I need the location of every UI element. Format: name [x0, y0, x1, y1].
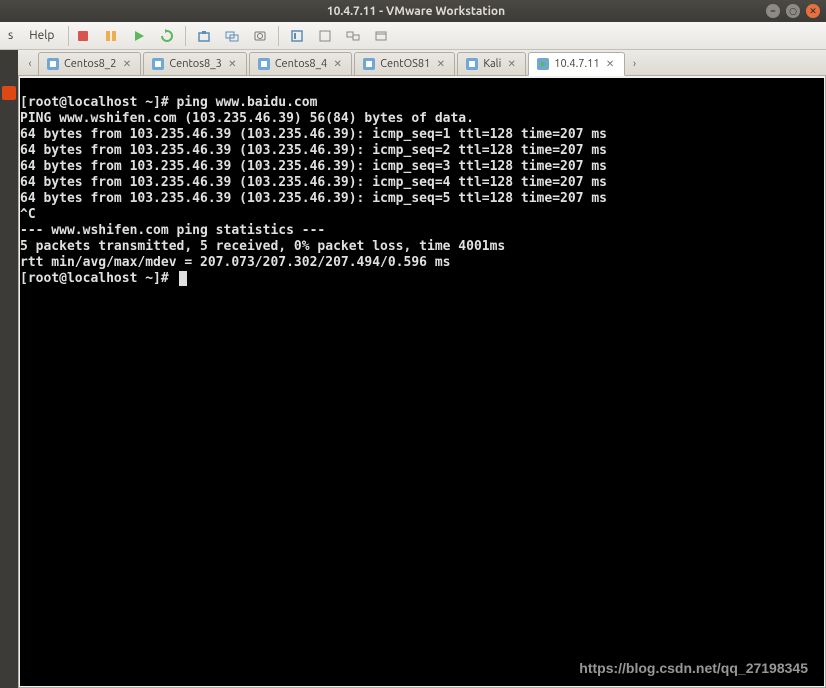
launcher-icon[interactable] — [2, 86, 16, 100]
terminal-line: 64 bytes from 103.235.46.39 (103.235.46.… — [20, 191, 607, 206]
terminal-line: 64 bytes from 103.235.46.39 (103.235.46.… — [20, 127, 607, 142]
reset-icon[interactable] — [155, 25, 179, 47]
menu-item[interactable]: s — [4, 29, 17, 42]
tab-label: Kali — [483, 58, 501, 70]
terminal-line: rtt min/avg/max/mdev = 207.073/207.302/2… — [20, 255, 450, 270]
terminal[interactable]: [root@localhost ~]# ping www.baidu.com P… — [20, 78, 824, 686]
pause-icon[interactable] — [99, 25, 123, 47]
screenshot-icon[interactable] — [248, 25, 272, 47]
tab-10-4-7-11[interactable]: 10.4.7.11 ✕ — [528, 52, 624, 76]
vm-linux-icon — [466, 58, 478, 70]
vm-linux-icon — [363, 58, 375, 70]
vm-linux-icon — [258, 58, 270, 70]
toolbar-separator — [185, 26, 186, 46]
menu-items: s Help — [4, 29, 58, 42]
tab-label: 10.4.7.11 — [554, 58, 599, 70]
unity-icon[interactable] — [313, 25, 337, 47]
close-button[interactable]: ✕ — [806, 4, 820, 18]
tab-centos8-4[interactable]: Centos8_4 ✕ — [249, 52, 352, 75]
toolbar — [71, 25, 393, 47]
tab-close-icon[interactable]: ✕ — [506, 59, 517, 70]
terminal-prompt: [root@localhost ~]# — [20, 271, 177, 286]
menu-toolbar-row: s Help — [0, 22, 826, 50]
tab-close-icon[interactable]: ✕ — [435, 59, 446, 70]
snapshot-manager-icon[interactable] — [220, 25, 244, 47]
tabs-scroll-right[interactable]: › — [627, 53, 643, 75]
tab-close-icon[interactable]: ✕ — [605, 59, 616, 70]
toolbar-separator — [68, 26, 69, 46]
tab-centos8-3[interactable]: Centos8_3 ✕ — [143, 52, 246, 75]
tab-kali[interactable]: Kali ✕ — [457, 52, 526, 75]
tab-label: CentOS81 — [380, 58, 430, 70]
terminal-cursor — [179, 271, 187, 286]
terminal-line: --- www.wshifen.com ping statistics --- — [20, 223, 325, 238]
tab-close-icon[interactable]: ✕ — [227, 59, 238, 70]
vm-running-icon — [537, 58, 549, 70]
terminal-line: 64 bytes from 103.235.46.39 (103.235.46.… — [20, 175, 607, 190]
terminal-line: 5 packets transmitted, 5 received, 0% pa… — [20, 239, 505, 254]
vm-console-frame: [root@localhost ~]# ping www.baidu.com P… — [18, 76, 826, 688]
window-titlebar: 10.4.7.11 - VMware Workstation – ○ ✕ — [0, 0, 826, 22]
vm-linux-icon — [152, 58, 164, 70]
vm-linux-icon — [47, 58, 59, 70]
console-icon[interactable] — [341, 25, 365, 47]
power-off-icon[interactable] — [71, 25, 95, 47]
toolbar-separator — [278, 26, 279, 46]
terminal-line: 64 bytes from 103.235.46.39 (103.235.46.… — [20, 159, 607, 174]
terminal-line: PING www.wshifen.com (103.235.46.39) 56(… — [20, 111, 474, 126]
window-controls: – ○ ✕ — [766, 4, 820, 18]
play-icon[interactable] — [127, 25, 151, 47]
terminal-line: [root@localhost ~]# ping www.baidu.com — [20, 95, 317, 110]
menu-item-help[interactable]: Help — [25, 29, 58, 42]
terminal-line: 64 bytes from 103.235.46.39 (103.235.46.… — [20, 143, 607, 158]
snapshot-icon[interactable] — [192, 25, 216, 47]
fullscreen-icon[interactable] — [285, 25, 309, 47]
tab-label: Centos8_2 — [64, 58, 116, 70]
tab-centos8-2[interactable]: Centos8_2 ✕ — [38, 52, 141, 75]
terminal-line: ^C — [20, 207, 36, 222]
tab-centos81[interactable]: CentOS81 ✕ — [354, 52, 455, 75]
window-title: 10.4.7.11 - VMware Workstation — [66, 5, 766, 18]
maximize-button[interactable]: ○ — [786, 4, 800, 18]
tab-label: Centos8_4 — [275, 58, 327, 70]
minimize-button[interactable]: – — [766, 4, 780, 18]
tab-close-icon[interactable]: ✕ — [121, 59, 132, 70]
tabs-scroll-left[interactable]: ‹ — [22, 53, 38, 75]
ubuntu-launcher — [0, 50, 18, 688]
vm-tabbar: ‹ Centos8_2 ✕ Centos8_3 ✕ Centos8_4 ✕ Ce… — [18, 50, 826, 76]
watermark: https://blog.csdn.net/qq_27198345 — [579, 660, 808, 676]
thumbnail-icon[interactable] — [369, 25, 393, 47]
tab-close-icon[interactable]: ✕ — [332, 59, 343, 70]
tab-label: Centos8_3 — [169, 58, 221, 70]
